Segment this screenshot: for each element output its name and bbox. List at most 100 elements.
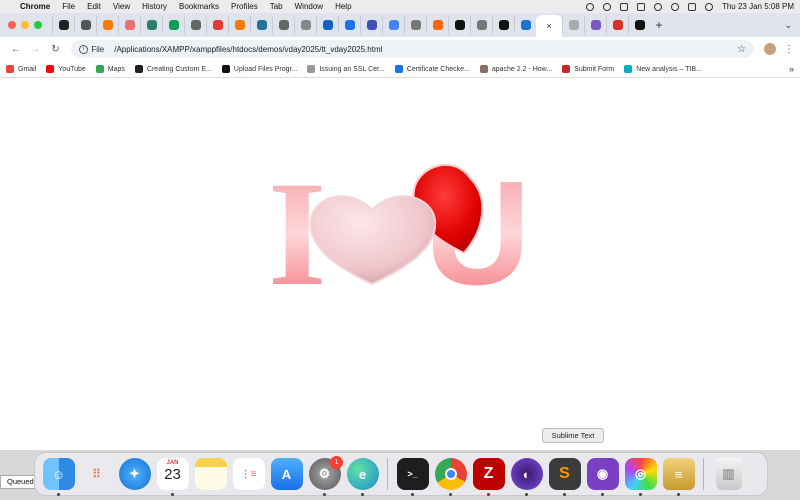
dock-edge[interactable]: e [345,457,380,496]
dock-chrome[interactable] [433,457,468,496]
dock-sublime-text[interactable]: S [547,457,582,496]
close-window-button[interactable] [8,21,16,29]
menubar-clock[interactable]: Thu 23 Jan 5:08 PM [722,2,794,11]
i-heart-u-artwork: I U [268,158,531,293]
tab[interactable] [448,16,470,34]
tab[interactable] [606,16,628,34]
bookmark-item[interactable]: Gmail [6,65,36,73]
dock-tor-browser[interactable]: ◐ [509,457,544,496]
dock-finder[interactable]: ☺ [41,457,76,496]
notes-icon [194,458,227,490]
dock-notes[interactable] [193,457,228,492]
tab[interactable] [470,16,492,34]
bookmarks-overflow-button[interactable]: » [789,64,794,74]
dock-calendar[interactable]: JAN 23 [155,457,190,496]
tab[interactable] [492,16,514,34]
menu-history[interactable]: History [142,2,167,11]
url-text[interactable]: /Applications/XAMPP/xamppfiles/htdocs/de… [114,45,382,54]
dock-app-store[interactable]: A [269,457,304,492]
dock-sequel-db[interactable]: ≡ [661,457,696,496]
tab[interactable] [316,16,338,34]
menu-window[interactable]: Window [295,2,323,11]
profile-avatar[interactable] [764,43,776,55]
running-indicator [361,492,364,496]
dock-filezilla[interactable]: Z [471,457,506,496]
wifi-icon[interactable] [653,2,662,11]
dock-launchpad[interactable]: ⠿ [79,457,114,492]
bookmark-item[interactable]: Maps [95,65,125,73]
tab-search-chevron-icon[interactable]: ⌄ [784,20,792,31]
dock-github-desktop[interactable]: ◉ [585,457,620,496]
bookmark-item[interactable]: New analysis – TIB... [624,65,702,73]
dock-terminal[interactable]: >_ [395,457,430,496]
menu-app-name[interactable]: Chrome [20,2,50,11]
tab[interactable] [272,16,294,34]
bookmark-item[interactable]: Issuing an SSL Cer... [307,65,385,73]
tab[interactable] [228,16,250,34]
menu-file[interactable]: File [62,2,75,11]
tab[interactable] [74,16,96,34]
tab[interactable] [140,16,162,34]
tab[interactable] [584,16,606,34]
record-icon[interactable] [585,2,594,11]
tab[interactable] [514,16,536,34]
close-tab-icon[interactable]: × [546,21,551,31]
reload-icon[interactable]: ↻ [46,44,66,55]
running-indicator [411,492,414,496]
bookmark-item[interactable]: Upload Files Progr... [221,65,297,73]
control-center-icon[interactable] [687,2,696,11]
tab[interactable] [628,16,650,34]
tab[interactable] [250,16,272,34]
bookmark-item[interactable]: Creating Custom E... [134,65,212,73]
more-menu-icon[interactable]: ⋮ [784,44,794,55]
tab[interactable] [206,16,228,34]
finder-icon: ☺ [42,458,75,490]
tab[interactable] [294,16,316,34]
tab[interactable] [338,16,360,34]
menu-help[interactable]: Help [335,2,351,11]
dock-trash[interactable]: ▥ [711,457,746,492]
menu-edit[interactable]: Edit [87,2,101,11]
dock-colorpicker[interactable]: ◎ [623,457,658,496]
info-icon[interactable]: i [79,44,89,54]
bluetooth-icon[interactable] [619,2,628,11]
tab[interactable] [184,16,206,34]
menu-profiles[interactable]: Profiles [231,2,258,11]
tab[interactable] [162,16,184,34]
siri-icon[interactable] [704,2,713,11]
zoom-window-button[interactable] [34,21,42,29]
dock-safari[interactable]: ✦ [117,457,152,492]
menu-bookmarks[interactable]: Bookmarks [179,2,219,11]
bookmark-item[interactable]: apache 2.2 - How... [479,65,552,73]
color-picker-icon: ◎ [624,458,657,490]
address-bar[interactable]: i File /Applications/XAMPP/xamppfiles/ht… [71,40,755,58]
tab[interactable] [96,16,118,34]
tab[interactable] [382,16,404,34]
menu-view[interactable]: View [113,2,130,11]
bookmark-favicon-icon [394,65,403,73]
spotlight-icon[interactable] [670,2,679,11]
bookmark-item[interactable]: Certificate Checke... [394,65,470,73]
play-icon[interactable] [602,2,611,11]
new-tab-button[interactable]: + [650,18,668,32]
minimize-window-button[interactable] [21,21,29,29]
menu-tab[interactable]: Tab [270,2,283,11]
dock-reminders[interactable]: ⋮≡ [231,457,266,492]
tab[interactable] [52,16,74,34]
tab[interactable] [404,16,426,34]
bookmark-item[interactable]: YouTube [46,65,86,73]
bookmark-item[interactable]: Submit Form [562,65,614,73]
tab[interactable] [426,16,448,34]
battery-icon[interactable] [636,2,645,11]
back-arrow-icon[interactable]: ← [6,44,26,55]
bookmark-star-icon[interactable]: ☆ [737,44,746,55]
dock-system-settings[interactable]: ⚙ 1 [307,455,343,496]
status-area: Thu 23 Jan 5:08 PM [585,2,794,11]
tab[interactable] [118,16,140,34]
url-scheme-chip[interactable]: File [91,45,104,54]
forward-arrow-icon[interactable]: → [26,44,46,55]
running-indicator [323,492,326,496]
tab[interactable] [360,16,382,34]
tab[interactable] [562,16,584,34]
active-tab[interactable]: × [536,15,562,37]
